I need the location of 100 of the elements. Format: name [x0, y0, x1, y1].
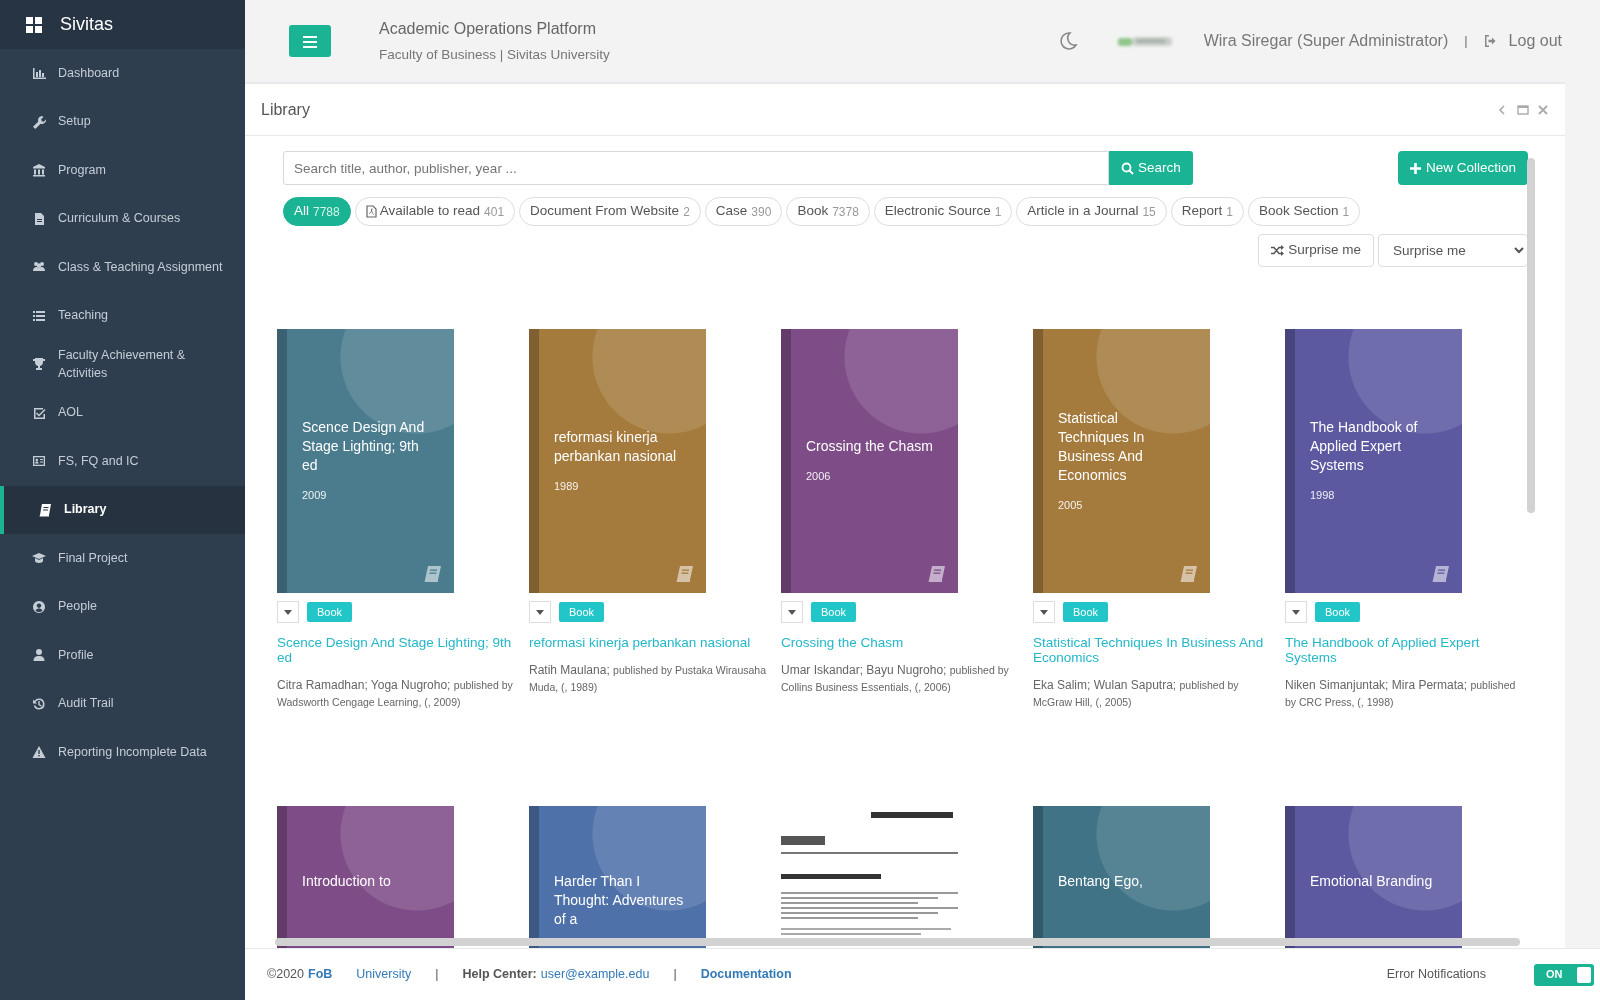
caret-icon — [536, 609, 544, 615]
sidebar-item[interactable]: Setup — [0, 97, 245, 146]
book-cover[interactable]: Crossing the Chasm 2006 — [781, 329, 958, 593]
book-icon — [926, 565, 946, 583]
brand-name: Sivitas — [60, 13, 113, 36]
scrollbar[interactable] — [1527, 158, 1535, 513]
org-link[interactable]: FoB — [308, 965, 333, 984]
book-cover[interactable]: Scence Design And Stage Lighting; 9th ed 2009 — [277, 329, 454, 593]
sidebar-item[interactable]: AOL — [0, 388, 245, 437]
surprise-button[interactable]: Surprise me — [1258, 234, 1374, 267]
dropdown-button[interactable] — [529, 601, 551, 623]
plus-icon — [1409, 162, 1421, 174]
trophy-icon — [32, 357, 46, 372]
cover-title: Emotional Branding — [1310, 872, 1434, 891]
filter-chip[interactable]: Book 7378 — [786, 197, 870, 226]
sidebar-item[interactable]: Final Project — [0, 534, 245, 583]
warning-icon — [32, 745, 46, 760]
book-cover[interactable]: Emotional Branding — [1285, 806, 1462, 948]
logout-link[interactable]: Log out — [1483, 29, 1562, 53]
author-publisher-text: Citra Ramadhan; Yoga Nugroho; published by Wadsworth Cengage Learning, (, 2009) — [277, 677, 514, 710]
wrench-icon — [32, 114, 46, 129]
help-center-label: Help Center: — [462, 966, 537, 984]
caret-icon — [1292, 609, 1300, 615]
filter-chip[interactable]: Report 1 — [1170, 197, 1244, 226]
caret-icon — [1040, 609, 1048, 615]
platform-title: Academic Operations Platform — [379, 18, 597, 39]
separator: | — [435, 966, 439, 984]
sidebar-item[interactable]: Program — [0, 146, 245, 195]
menu-button[interactable] — [289, 25, 331, 57]
sidebar-item[interactable]: Curriculum & Courses — [0, 194, 245, 243]
cover-year: 2006 — [806, 469, 832, 485]
cover-year: 1989 — [554, 478, 580, 494]
dropdown-button[interactable] — [1285, 601, 1307, 623]
author-publisher-text: Eka Salim; Wulan Saputra; published by McGraw Hill, (, 2005) — [1033, 677, 1240, 710]
author-publisher-text: Niken Simanjuntak; Mira Permata; published by CRC Press, (, 1998) — [1285, 677, 1517, 710]
dropdown-button[interactable] — [277, 601, 299, 623]
cover-title: Scence Design And Stage Lighting; 9th ed — [302, 418, 426, 476]
bar-chart-icon — [32, 66, 46, 81]
book-icon — [1178, 565, 1198, 583]
faculty-subtitle: Faculty of Business | Sivitas University — [379, 45, 610, 64]
id-card-icon — [32, 454, 46, 469]
dropdown-button[interactable] — [781, 601, 803, 623]
scrollbar[interactable] — [275, 938, 1520, 946]
type-tag: Book — [307, 601, 353, 623]
user-name: Wira Siregar (Super Administrator) — [1203, 31, 1449, 51]
dropdown-button[interactable] — [1033, 601, 1055, 623]
book-cover[interactable]: Statistical Techniques In Business And Economics 2005 — [1033, 329, 1210, 593]
cover-title: Harder Than I Thought: Adventures of a — [554, 872, 685, 929]
filter-chip[interactable]: Case 390 — [704, 197, 783, 226]
cover-title: Bentang Ego, — [1058, 872, 1144, 891]
menu-icon — [303, 35, 317, 48]
sidebar-item[interactable]: People — [0, 582, 245, 631]
book-cover[interactable]: reformasi kinerja perbankan nasional 1989 — [529, 329, 706, 593]
documentation-link[interactable]: Documentation — [700, 965, 792, 984]
filter-chip[interactable]: Article in a Journal 15 — [1016, 197, 1167, 226]
filter-chip[interactable]: Available to read 401 — [354, 197, 516, 226]
graduation-cap-icon — [32, 551, 46, 566]
sidebar-item[interactable]: Reporting Incomplete Data — [0, 728, 245, 777]
cover-year: 2009 — [302, 488, 328, 504]
book-icon — [422, 565, 442, 583]
cover-title: Introduction to — [302, 872, 392, 891]
filter-chip[interactable]: Document From Website 2 — [519, 197, 701, 226]
book-cover[interactable]: Introduction to — [277, 806, 454, 948]
checkbox-icon — [32, 405, 46, 420]
maximize-icon[interactable] — [1517, 103, 1529, 116]
search-field[interactable]: Search title, author, publisher, year ... — [283, 151, 1109, 185]
caret-icon — [284, 609, 292, 615]
sidebar-item[interactable]: FS, FQ and IC — [0, 437, 245, 486]
moon-icon[interactable] — [1057, 31, 1078, 51]
book-cover[interactable]: The Handbook of Applied Expert Systems 1998 — [1285, 329, 1462, 593]
cover-title: reformasi kinerja perbankan nasional — [554, 427, 678, 466]
user-icon — [32, 648, 46, 663]
type-tag: Book — [1063, 601, 1109, 623]
type-tag: Book — [559, 601, 605, 623]
book-cover[interactable]: Bentang Ego, — [1033, 806, 1210, 948]
type-tag: Book — [811, 601, 857, 623]
surprise-select[interactable]: Surprise me — [1378, 234, 1528, 267]
filter-chip[interactable]: Electronic Source 1 — [873, 197, 1013, 226]
grid-icon — [26, 16, 42, 33]
cover-year: 2005 — [1058, 497, 1084, 513]
close-icon[interactable] — [1537, 103, 1549, 116]
book-cover[interactable]: Harder Than I Thought: Adventures of a — [529, 806, 706, 948]
search-icon — [1121, 161, 1134, 175]
caret-icon — [788, 609, 796, 615]
panel-title: Library — [261, 99, 310, 120]
sidebar-item[interactable]: Library — [0, 485, 245, 534]
email-link[interactable]: user@example.edu — [540, 965, 650, 984]
sidebar-item[interactable]: Teaching — [0, 291, 245, 340]
sidebar-item[interactable]: Faculty Achievement & Activities — [0, 340, 245, 389]
cover-title: Crossing the Chasm — [806, 437, 934, 457]
sidebar-item[interactable]: Class & Teaching Assignment — [0, 243, 245, 292]
university-link[interactable]: University — [356, 965, 412, 984]
sidebar-item[interactable]: Profile — [0, 631, 245, 680]
sidebar-item[interactable]: Dashboard — [0, 49, 245, 98]
separator: | — [673, 966, 677, 984]
author-publisher-text: Umar Iskandar; Bayu Nugroho; published by Collins Business Essentials, (, 2006) — [781, 662, 1010, 695]
type-tag: Book — [1315, 601, 1361, 623]
filter-chip[interactable]: Book Section 1 — [1248, 197, 1361, 226]
sidebar-item[interactable]: Audit Trail — [0, 679, 245, 728]
author-publisher-text: Ratih Maulana; published by Pustaka Wirausaha Muda, (, 1989) — [529, 662, 767, 695]
